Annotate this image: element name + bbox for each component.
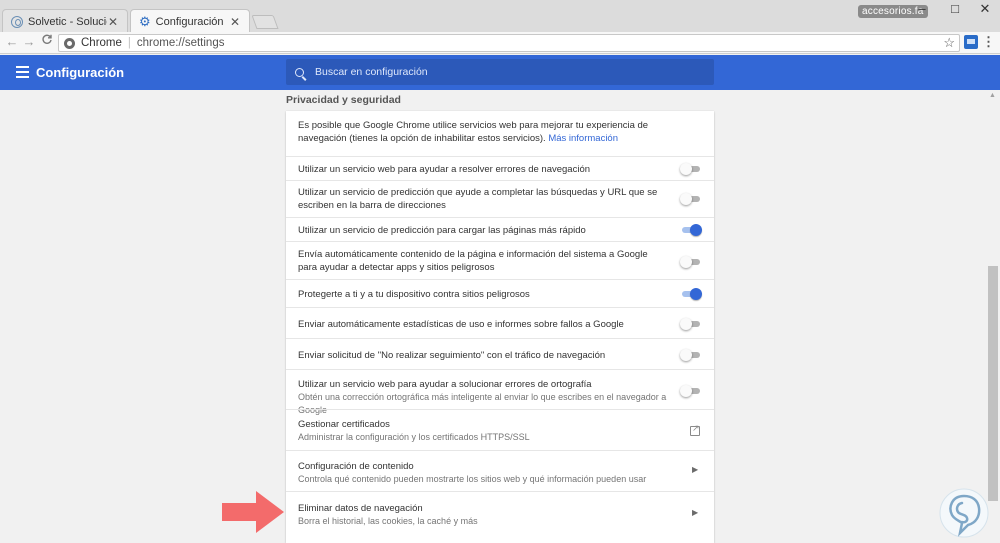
- new-tab-button[interactable]: [251, 15, 279, 29]
- address-bar[interactable]: Chrome | chrome://settings ☆: [58, 34, 960, 52]
- usage-stats-toggle[interactable]: [680, 318, 702, 330]
- separator: |: [127, 37, 131, 49]
- tab-label: Solvetic - Solución a los p: [28, 15, 107, 28]
- row-manage-certificates[interactable]: Gestionar certificados Administrar la co…: [286, 409, 714, 450]
- privacy-card: Es posible que Google Chrome utilice ser…: [286, 111, 714, 543]
- row-send-content[interactable]: Envía automáticamente contenido de la pá…: [286, 241, 714, 279]
- hamburger-menu-icon[interactable]: [16, 66, 29, 81]
- external-link-icon[interactable]: [690, 423, 700, 436]
- scheme-label: Chrome: [81, 37, 122, 49]
- forward-button[interactable]: →: [21, 34, 37, 50]
- more-info-link[interactable]: Más información: [548, 133, 618, 144]
- tab-solvetic[interactable]: Solvetic - Solución a los p ✕: [2, 9, 128, 33]
- back-button[interactable]: ←: [4, 34, 20, 50]
- row-label: Enviar solicitud de "No realizar seguimi…: [298, 350, 606, 361]
- chevron-right-icon[interactable]: ▶: [692, 508, 698, 517]
- row-clear-browsing-data[interactable]: Eliminar datos de navegación Borra el hi…: [286, 491, 714, 535]
- row-prediction-search[interactable]: Utilizar un servicio de predicción que a…: [286, 180, 714, 217]
- row-label-group: Gestionar certificados Administrar la co…: [298, 418, 668, 444]
- chevron-right-icon[interactable]: ▶: [692, 465, 698, 474]
- privacy-intro: Es posible que Google Chrome utilice ser…: [298, 119, 698, 145]
- settings-search-input[interactable]: Buscar en configuración: [286, 59, 714, 85]
- maximize-button[interactable]: □: [940, 0, 970, 20]
- close-tab-icon[interactable]: ✕: [229, 15, 241, 29]
- row-spelling-service[interactable]: Utilizar un servicio web para ayudar a s…: [286, 369, 714, 415]
- safe-browsing-toggle[interactable]: [680, 288, 702, 300]
- row-do-not-track[interactable]: Enviar solicitud de "No realizar seguimi…: [286, 338, 714, 369]
- scroll-thumb[interactable]: [988, 266, 998, 501]
- page-title: Configuración: [36, 65, 125, 80]
- row-prediction-pages[interactable]: Utilizar un servicio de predicción para …: [286, 217, 714, 241]
- scroll-up-arrow-icon[interactable]: ▲: [989, 92, 996, 99]
- row-label: Configuración de contenido: [298, 461, 414, 472]
- row-label: Envía automáticamente contenido de la pá…: [298, 249, 648, 273]
- search-placeholder: Buscar en configuración: [315, 66, 428, 78]
- bookmark-star-icon[interactable]: ☆: [943, 35, 955, 51]
- row-sublabel: Administrar la configuración y los certi…: [298, 432, 530, 442]
- settings-header: Configuración Buscar en configuración: [0, 55, 1000, 90]
- row-safe-browsing[interactable]: Protegerte a ti y a tu dispositivo contr…: [286, 279, 714, 307]
- row-sublabel: Controla qué contenido pueden mostrarte …: [298, 474, 647, 484]
- extension-icon[interactable]: [964, 35, 978, 49]
- prediction-pages-toggle[interactable]: [680, 224, 702, 236]
- tab-label: Configuración: [155, 15, 224, 28]
- page-scrollbar[interactable]: ▲: [986, 90, 1000, 543]
- send-content-toggle[interactable]: [680, 256, 702, 268]
- close-tab-icon[interactable]: ✕: [107, 15, 119, 29]
- row-label: Protegerte a ti y a tu dispositivo contr…: [298, 289, 530, 300]
- tab-configuracion[interactable]: ⚙ Configuración ✕: [130, 9, 250, 33]
- solvetic-logo-icon: [939, 488, 989, 538]
- spelling-service-toggle[interactable]: [680, 385, 702, 397]
- row-content-settings[interactable]: Configuración de contenido Controla qué …: [286, 450, 714, 491]
- row-label-group: Eliminar datos de navegación Borra el hi…: [298, 502, 668, 528]
- chrome-icon: [64, 37, 75, 49]
- row-label-group: Configuración de contenido Controla qué …: [298, 460, 668, 486]
- browser-toolbar: ← → Chrome | chrome://settings ☆ ⋮: [0, 32, 1000, 54]
- row-usage-stats[interactable]: Enviar automáticamente estadísticas de u…: [286, 307, 714, 338]
- title-bar: Solvetic - Solución a los p ✕ ⚙ Configur…: [0, 0, 1000, 33]
- row-label: Enviar automáticamente estadísticas de u…: [298, 319, 624, 330]
- browser-menu-icon[interactable]: ⋮: [982, 34, 995, 50]
- minimize-button[interactable]: –: [907, 0, 937, 20]
- reload-icon: [42, 34, 52, 44]
- do-not-track-toggle[interactable]: [680, 349, 702, 361]
- navigation-errors-toggle[interactable]: [680, 163, 702, 175]
- close-window-button[interactable]: ✕: [970, 0, 1000, 20]
- row-label: Utilizar un servicio de predicción para …: [298, 225, 586, 236]
- search-icon: [295, 67, 304, 77]
- solvetic-favicon-icon: [11, 15, 23, 28]
- url-text: chrome://settings: [136, 37, 225, 49]
- red-arrow-annotation-icon: [222, 491, 284, 533]
- row-label: Eliminar datos de navegación: [298, 503, 423, 514]
- section-title: Privacidad y seguridad: [286, 94, 401, 106]
- gear-favicon-icon: ⚙: [139, 13, 151, 29]
- reload-button[interactable]: [39, 34, 55, 50]
- row-label: Utilizar un servicio web para ayudar a r…: [298, 164, 591, 175]
- row-label: Gestionar certificados: [298, 419, 390, 430]
- prediction-search-toggle[interactable]: [680, 193, 702, 205]
- row-sublabel: Borra el historial, las cookies, la cach…: [298, 516, 478, 526]
- row-label: Utilizar un servicio de predicción que a…: [298, 187, 658, 211]
- row-label: Utilizar un servicio web para ayudar a s…: [298, 379, 592, 390]
- row-navigation-errors[interactable]: Utilizar un servicio web para ayudar a r…: [286, 156, 714, 180]
